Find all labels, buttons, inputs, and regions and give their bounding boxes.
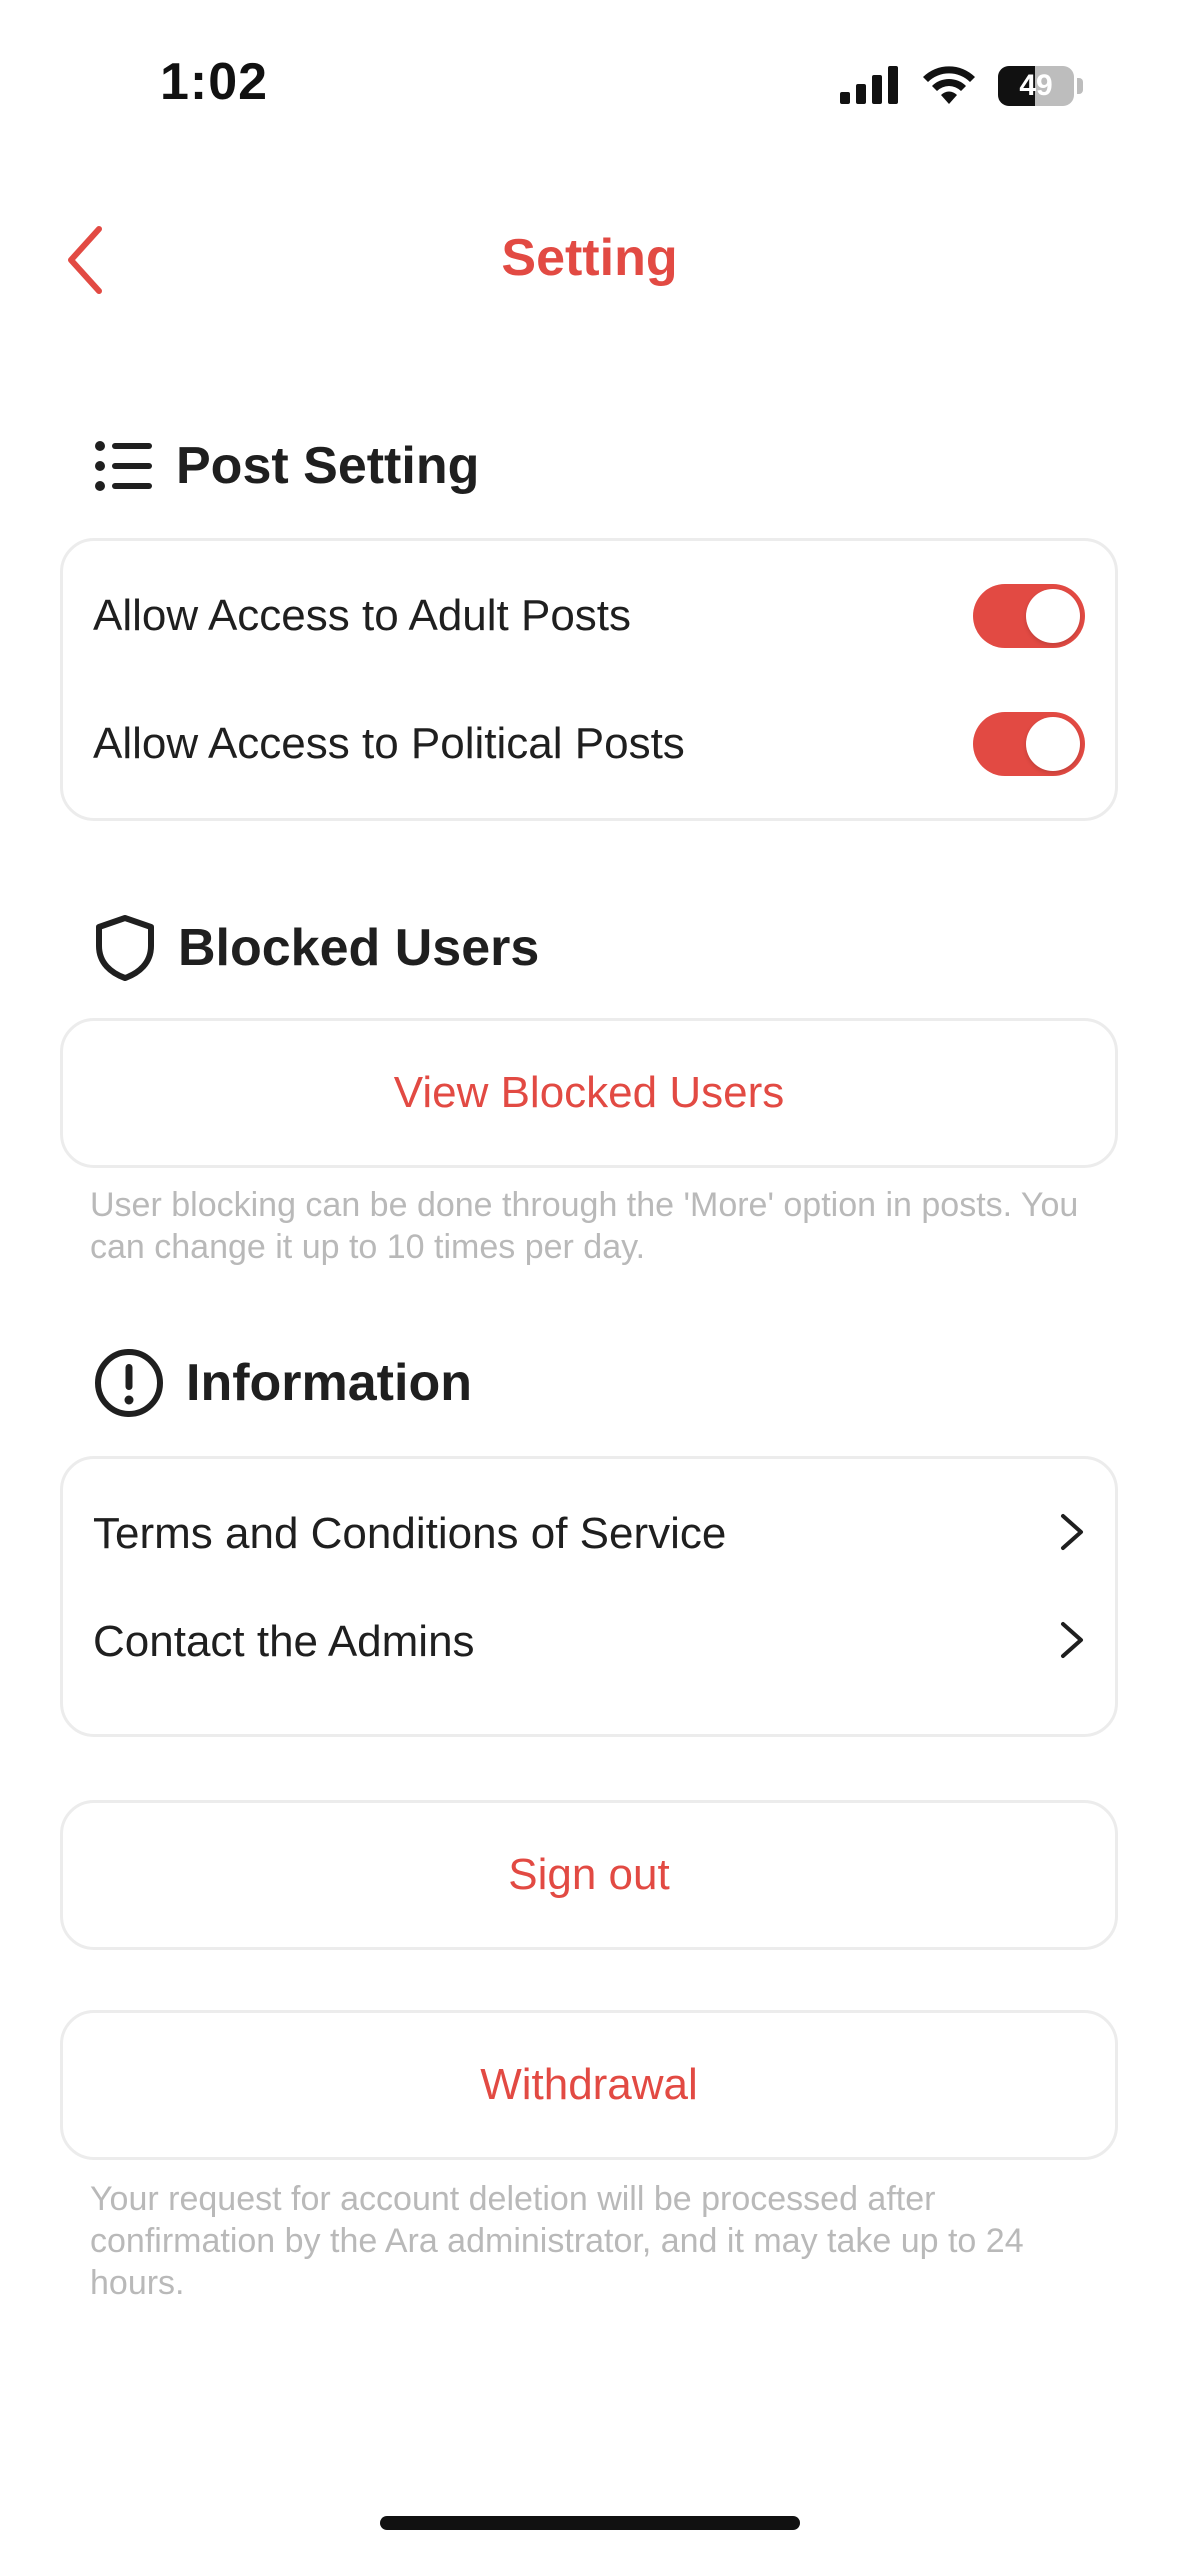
contact-admins-row[interactable]: Contact the Admins (93, 1607, 1085, 1677)
status-icons: 49 (840, 60, 1083, 112)
blocked-users-section-title: Blocked Users (94, 914, 539, 982)
contact-admins-label: Contact the Admins (93, 1617, 475, 1666)
post-setting-title: Post Setting (176, 437, 480, 495)
home-indicator[interactable] (380, 2516, 800, 2530)
battery-cap (1077, 78, 1083, 94)
list-icon (94, 440, 154, 492)
chevron-right-icon (1059, 1620, 1085, 1665)
sign-out-button[interactable]: Sign out (60, 1800, 1118, 1950)
info-circle-icon (94, 1348, 164, 1418)
terms-row[interactable]: Terms and Conditions of Service (93, 1499, 1085, 1569)
battery-icon: 49 (998, 66, 1074, 106)
status-time: 1:02 (160, 53, 269, 111)
information-title: Information (186, 1354, 472, 1412)
adult-posts-label: Allow Access to Adult Posts (93, 591, 632, 640)
withdrawal-note: Your request for account deletion will b… (90, 2180, 1024, 2302)
wifi-icon (922, 64, 976, 109)
cellular-signal-icon (840, 64, 900, 109)
post-setting-card: Allow Access to Adult Posts Allow Access… (60, 538, 1118, 821)
terms-label: Terms and Conditions of Service (93, 1509, 727, 1558)
political-posts-row: Allow Access to Political Posts (93, 709, 1085, 779)
blocked-users-title: Blocked Users (178, 919, 540, 977)
shield-icon (94, 914, 156, 982)
political-posts-label: Allow Access to Political Posts (93, 719, 685, 768)
page-title: Setting (501, 229, 678, 287)
withdrawal-button[interactable]: Withdrawal (60, 2010, 1118, 2160)
information-section-title: Information (94, 1348, 472, 1418)
information-card: Terms and Conditions of Service Contact … (60, 1456, 1118, 1737)
view-blocked-users-button[interactable]: View Blocked Users (60, 1018, 1118, 1168)
adult-posts-row: Allow Access to Adult Posts (93, 581, 1085, 651)
post-setting-section-title: Post Setting (94, 436, 479, 496)
political-posts-toggle[interactable] (973, 712, 1085, 776)
adult-posts-toggle[interactable] (973, 584, 1085, 648)
chevron-right-icon (1059, 1512, 1085, 1557)
blocked-users-note: User blocking can be done through the 'M… (90, 1186, 1079, 1266)
battery-percent: 49 (1019, 69, 1053, 102)
